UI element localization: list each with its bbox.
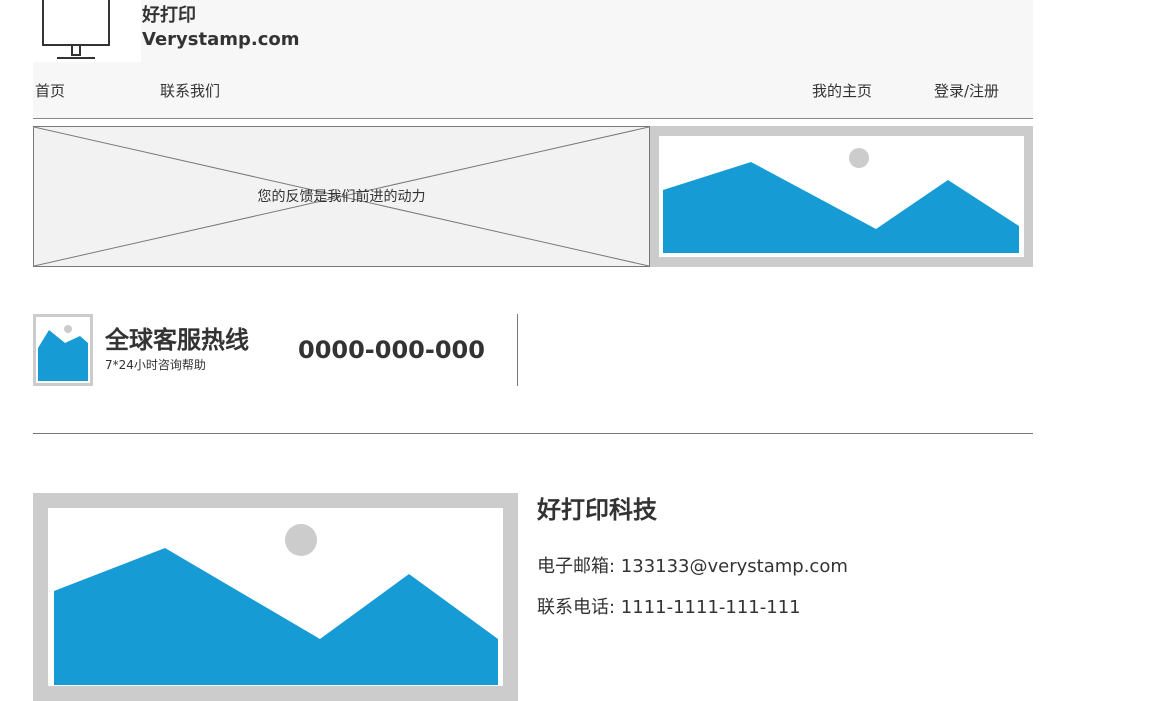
hotline-subtitle: 7*24小时咨询帮助	[105, 358, 206, 372]
nav-home[interactable]: 首页	[35, 81, 65, 101]
company-phone: 联系电话: 1111-1111-111-111	[537, 597, 801, 618]
logo[interactable]	[33, 0, 141, 62]
company-image	[33, 493, 518, 701]
hotline-phone: 0000-000-000	[298, 336, 485, 364]
hotline-image	[33, 314, 93, 386]
brand-name: 好打印	[142, 5, 196, 26]
image-placeholder-icon	[659, 136, 1024, 257]
monitor-icon	[42, 0, 110, 59]
company-name: 好打印科技	[537, 496, 657, 524]
image-placeholder-icon	[36, 317, 90, 383]
nav-login-register[interactable]: 登录/注册	[934, 81, 999, 101]
banner-image	[650, 126, 1033, 267]
image-placeholder-icon	[48, 508, 503, 686]
horizontal-divider	[33, 433, 1033, 434]
company-email: 电子邮箱: 133133@verystamp.com	[537, 556, 848, 577]
banner-text: 您的反馈是我们前进的动力	[257, 189, 426, 205]
vertical-divider	[517, 314, 518, 386]
hotline-title: 全球客服热线	[105, 326, 249, 354]
nav-my-home[interactable]: 我的主页	[812, 81, 872, 101]
brand-site: Verystamp.com	[142, 29, 300, 50]
nav-contact-us[interactable]: 联系我们	[160, 81, 220, 101]
feedback-banner[interactable]: 您的反馈是我们前进的动力	[33, 126, 650, 267]
